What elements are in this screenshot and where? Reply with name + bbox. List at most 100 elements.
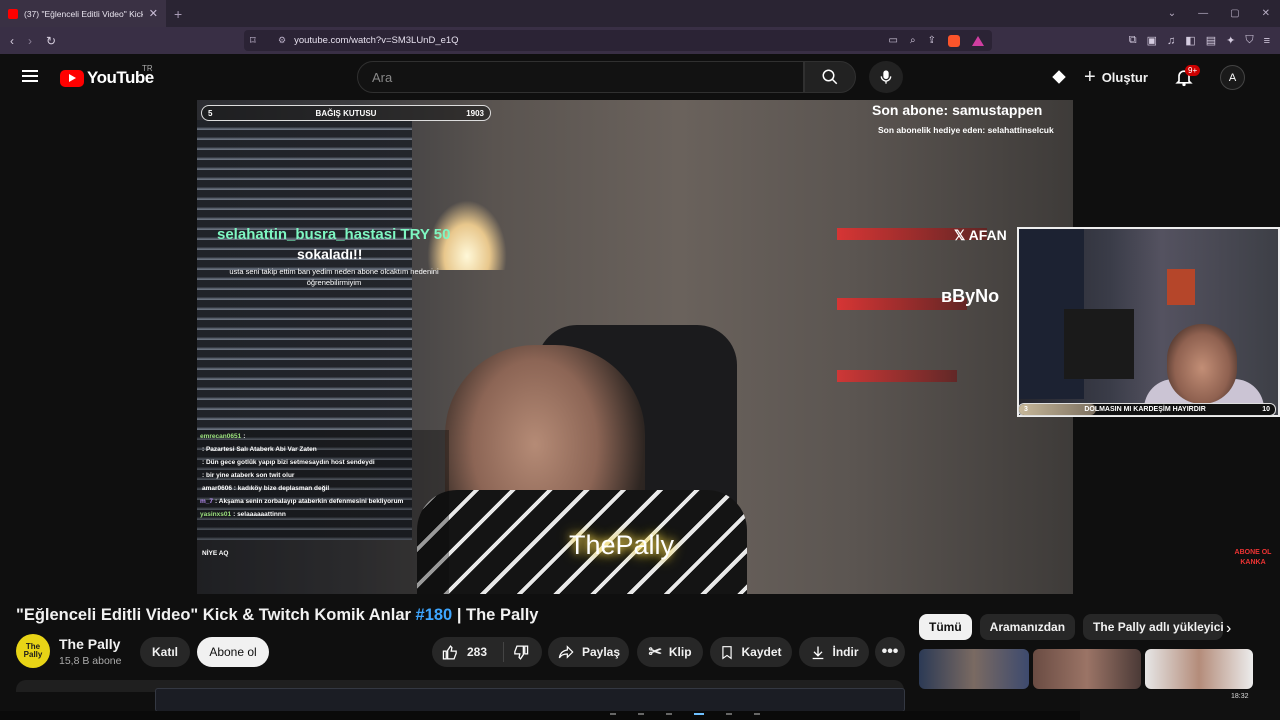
like-button[interactable]: 283 [432, 642, 504, 662]
bookmark-save-icon [722, 645, 733, 659]
sidebar-icon[interactable]: ◧ [1185, 34, 1195, 47]
tab-list-chevron-icon[interactable]: ⌄ [1168, 8, 1176, 19]
channel-avatar[interactable]: The Pally [16, 634, 50, 668]
thumbs-up-icon [442, 644, 457, 660]
brave-shields-icon[interactable] [948, 34, 960, 47]
chip-from-uploader[interactable]: The Pally adlı yükleyiciden [1083, 614, 1224, 640]
vpn-icon[interactable]: ⛉ [1245, 34, 1253, 47]
subscribe-button[interactable]: Abone ol [197, 637, 269, 667]
title-text: | The Pally [452, 606, 539, 624]
video-player[interactable]: 5 BAĞIŞ KUTUSU 1903 Son abone: samustapp… [197, 100, 1073, 594]
related-video-thumbnail[interactable] [1033, 649, 1141, 689]
video-title: "Eğlenceli Editli Video" Kick & Twitch K… [16, 606, 538, 625]
download-icon [812, 646, 823, 659]
youtube-favicon-icon [8, 8, 18, 19]
reload-icon[interactable]: ↻ [46, 34, 56, 48]
browser-toolbar: ‹ › ↻ ⌑ ⚙ youtube.com/watch?v=SM3LUnD_e1… [0, 27, 1280, 54]
more-icon: ••• [881, 643, 899, 660]
chip-all[interactable]: Tümü [919, 614, 972, 640]
media-icon[interactable]: ♫ [1167, 35, 1175, 47]
clip-label: Klip [668, 645, 692, 659]
stream-chat-overlay: emrecan0651: : Pazartesi Salı Ataberk Ab… [197, 430, 449, 594]
subscribe-reminder: ABONE OL KANKA [1234, 549, 1272, 566]
extensions-icon[interactable]: ⧉ [1129, 34, 1137, 47]
hashtag-link[interactable]: #180 [416, 606, 453, 624]
taskbar-app-icon[interactable] [726, 713, 732, 715]
share-page-icon[interactable]: ⇪ [928, 35, 936, 46]
guide-menu-icon[interactable] [22, 70, 38, 82]
back-icon[interactable]: ‹ [10, 34, 14, 48]
forward-icon[interactable]: › [28, 34, 32, 48]
related-video-thumbnail[interactable] [919, 649, 1029, 689]
menu-icon[interactable]: ≡ [1264, 35, 1270, 47]
channel-name[interactable]: The Pally [59, 636, 120, 652]
dislike-button[interactable] [504, 644, 529, 661]
account-avatar[interactable]: A [1220, 65, 1245, 90]
leo-ai-icon[interactable]: ✦ [1226, 34, 1235, 47]
donation-alert-message: usta seni takip ettim ban yedim neden ab… [229, 267, 439, 287]
donation-label: BAĞIŞ KUTUSU [315, 108, 377, 118]
goal-label: DOLMASIN MI KARDEŞİM HAYIRDIR [1084, 406, 1206, 413]
browser-tab[interactable]: (37) "Eğlenceli Editli Video" Kick ✕ [0, 0, 166, 27]
goal-left: 3 [1024, 406, 1028, 413]
voice-search-button[interactable] [869, 61, 903, 93]
taskbar-app-icon[interactable] [754, 713, 760, 715]
chat-line [197, 534, 449, 547]
search-input[interactable]: Ara [357, 61, 804, 93]
chat-user: emrecan0651 [200, 433, 242, 440]
wallet-icon[interactable]: ▤ [1206, 34, 1216, 47]
chat-line: m_7: Akşama senin zorbalayıp ataberkin d… [197, 495, 449, 508]
chat-message: : Pazartesi Salı Ataberk Abi Var Zaten [202, 446, 317, 453]
taskbar-app-icon[interactable] [666, 713, 672, 715]
premium-feature-icon[interactable] [1049, 68, 1069, 86]
chevron-right-icon[interactable]: › [1226, 620, 1231, 638]
new-tab-button[interactable]: + [174, 6, 182, 22]
taskbar-app-icon[interactable] [638, 713, 644, 715]
chat-line: amar0606 : kadıköy bize deplasman değil [197, 482, 449, 495]
thumbs-down-icon [514, 644, 529, 660]
chat-message: amar0606 : kadıköy bize deplasman değil [202, 485, 330, 492]
reader-icon[interactable]: ▣ [1147, 34, 1157, 47]
chat-line [197, 521, 449, 534]
close-window-icon[interactable]: ✕ [1262, 8, 1270, 19]
url-text[interactable]: youtube.com/watch?v=SM3LUnD_e1Q [294, 35, 459, 46]
channel-watermark: ThePally [569, 530, 675, 560]
browser-tab-bar: (37) "Eğlenceli Editli Video" Kick ✕ + ⌄… [0, 0, 1280, 27]
join-button[interactable]: Katıl [140, 637, 190, 667]
chip-from-search[interactable]: Aramanızdan [979, 614, 1076, 640]
like-dislike-group: 283 [432, 637, 542, 667]
chat-message: : bir yine ataberk son twit olur [202, 472, 295, 479]
monitor [1064, 309, 1134, 379]
close-tab-icon[interactable]: ✕ [149, 7, 158, 20]
chat-message: : selaaaaaattinnn [233, 511, 286, 518]
minimize-icon[interactable]: — [1198, 8, 1208, 19]
brave-rewards-icon[interactable] [972, 35, 984, 46]
cast-icon[interactable]: ▭ [889, 35, 898, 46]
taskbar-app-icon[interactable] [610, 713, 616, 715]
bookmark-icon[interactable]: ⌑ [250, 34, 270, 47]
save-button[interactable]: Kaydet [710, 637, 792, 667]
share-label: Paylaş [581, 645, 621, 659]
maximize-icon[interactable]: ▢ [1230, 8, 1239, 19]
share-button[interactable]: Paylaş [548, 637, 629, 667]
sponsor-text: ByNo [952, 286, 1000, 306]
title-text: "Eğlenceli Editli Video" Kick & Twitch K… [16, 606, 416, 624]
download-button[interactable]: İndir [799, 637, 869, 667]
youtube-logo[interactable]: YouTube TR [60, 64, 154, 88]
youtube-header: YouTube TR Ara + Oluştur 9+ A [0, 54, 1280, 100]
search-button[interactable] [804, 61, 856, 93]
address-bar[interactable]: ⌑ ⚙ youtube.com/watch?v=SM3LUnD_e1Q ▭ ⌕ … [244, 30, 992, 51]
clip-button[interactable]: ✂ Klip [637, 637, 703, 667]
chat-message: : Dün gece gotlük yapıp bizi setmesaydın… [202, 459, 375, 466]
site-info-icon[interactable]: ⚙ [278, 35, 286, 46]
create-button[interactable]: + Oluştur [1084, 66, 1148, 89]
sponsor-logo: 𝕏 AFAN [954, 227, 1007, 243]
taskbar-app-icon[interactable] [694, 713, 704, 715]
chat-line: : bir yine ataberk son twit olur [197, 469, 449, 482]
chat-line: NİYE AQ [197, 547, 449, 560]
related-video-thumbnail[interactable] [1145, 649, 1253, 689]
more-actions-button[interactable]: ••• [875, 637, 905, 667]
like-count: 283 [467, 645, 488, 659]
zoom-icon[interactable]: ⌕ [910, 35, 916, 46]
chat-user: yasinxs01 [200, 511, 232, 518]
